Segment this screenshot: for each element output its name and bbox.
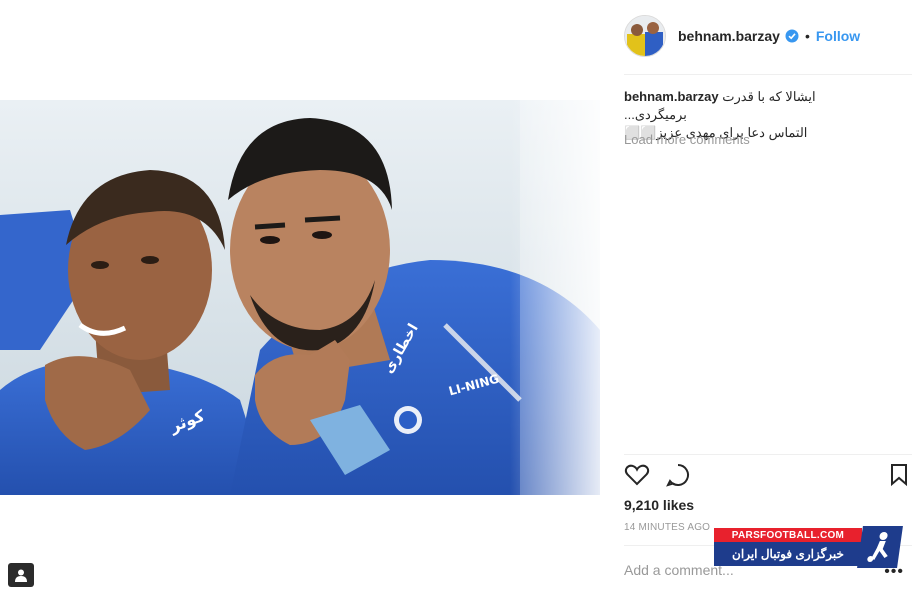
watermark-logo: PARSFOOTBALL.COM خبرگزاری فوتبال ایران bbox=[714, 526, 903, 572]
image-fade bbox=[510, 100, 600, 495]
person-icon bbox=[15, 569, 27, 582]
verified-badge-icon bbox=[785, 29, 799, 43]
bookmark-icon[interactable] bbox=[890, 463, 908, 492]
footballer-icon bbox=[857, 526, 903, 568]
author-username[interactable]: behnam.barzay bbox=[678, 28, 780, 44]
avatar-image bbox=[625, 16, 665, 56]
follow-button[interactable]: Follow bbox=[816, 28, 860, 44]
user-tag-button[interactable] bbox=[8, 563, 34, 587]
avatar[interactable] bbox=[624, 15, 666, 57]
heart-icon[interactable] bbox=[624, 463, 650, 492]
action-bar bbox=[624, 463, 912, 491]
divider bbox=[624, 454, 912, 455]
post-timestamp[interactable]: 14 MINUTES AGO bbox=[624, 522, 710, 533]
post-image[interactable]: کوثر اخطاری LI-NING bbox=[0, 100, 600, 495]
load-more-comments-link[interactable]: Load more comments bbox=[624, 132, 750, 147]
divider bbox=[624, 74, 912, 75]
post-side-panel: behnam.barzay • Follow behnam.barzay ایش… bbox=[624, 0, 912, 589]
post-header: behnam.barzay • Follow bbox=[624, 14, 860, 58]
watermark-site: PARSFOOTBALL.COM bbox=[714, 528, 862, 542]
likes-count[interactable]: 9,210 likes bbox=[624, 497, 694, 513]
watermark-title: خبرگزاری فوتبال ایران bbox=[714, 542, 862, 566]
header-separator: • bbox=[804, 28, 810, 44]
caption-username[interactable]: behnam.barzay bbox=[624, 89, 719, 104]
comment-icon[interactable] bbox=[665, 463, 691, 492]
